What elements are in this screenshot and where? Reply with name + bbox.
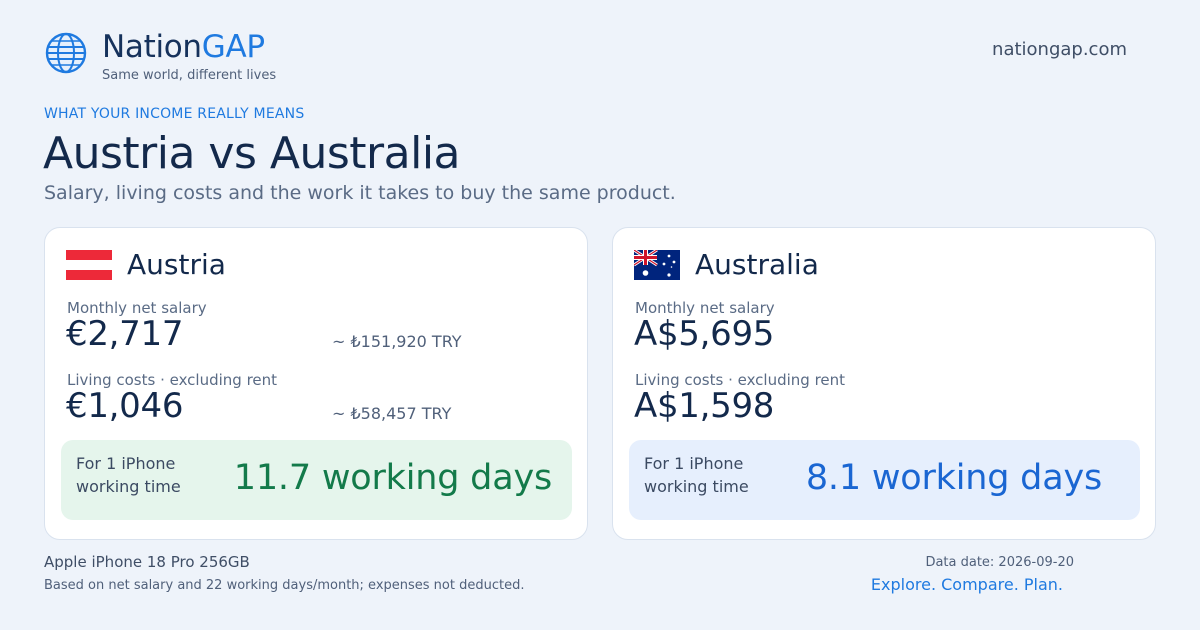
- working-time-box: For 1 iPhone working time 11.7 working d…: [61, 440, 572, 520]
- working-time-label: For 1 iPhone working time: [644, 454, 749, 496]
- working-time-value: 8.1 working days: [805, 458, 1102, 498]
- product-name: Apple iPhone 18 Pro 256GB: [44, 553, 250, 571]
- working-time-label: For 1 iPhone working time: [76, 454, 181, 496]
- salary-value: €2,717: [66, 314, 184, 354]
- costs-converted: ~ ₺58,457 TRY: [332, 404, 452, 423]
- costs-value: €1,046: [66, 386, 184, 426]
- page-title: Austria vs Australia: [43, 128, 461, 179]
- salary-value: A$5,695: [634, 314, 775, 354]
- country-card-australia: Australia Monthly net salary A$5,695 Liv…: [612, 227, 1156, 540]
- footnote: Based on net salary and 22 working days/…: [44, 578, 525, 593]
- country-name: Austria: [127, 248, 226, 281]
- eyebrow-text: WHAT YOUR INCOME REALLY MEANS: [44, 106, 305, 122]
- globe-icon: [45, 32, 87, 74]
- working-time-value: 11.7 working days: [233, 458, 552, 498]
- country-card-austria: Austria Monthly net salary €2,717 ~ ₺151…: [44, 227, 588, 540]
- austria-flag-icon: [66, 249, 112, 280]
- australia-flag-icon: [634, 249, 680, 280]
- brand-logo[interactable]: NationGAP Same world, different lives: [44, 30, 276, 83]
- data-date: Data date: 2026-09-20: [925, 555, 1074, 570]
- brand-tagline: Same world, different lives: [102, 68, 277, 83]
- brand-name: NationGAP: [102, 30, 276, 64]
- brand-name-part2: GAP: [201, 29, 265, 65]
- page-subtitle: Salary, living costs and the work it tak…: [44, 182, 676, 204]
- costs-value: A$1,598: [634, 386, 775, 426]
- brand-name-part1: Nation: [102, 29, 202, 65]
- salary-converted: ~ ₺151,920 TRY: [332, 332, 462, 351]
- country-name: Australia: [695, 248, 819, 281]
- working-time-box: For 1 iPhone working time 8.1 working da…: [629, 440, 1140, 520]
- cta-link[interactable]: Explore. Compare. Plan.: [871, 575, 1063, 594]
- site-link[interactable]: nationgap.com: [992, 39, 1127, 60]
